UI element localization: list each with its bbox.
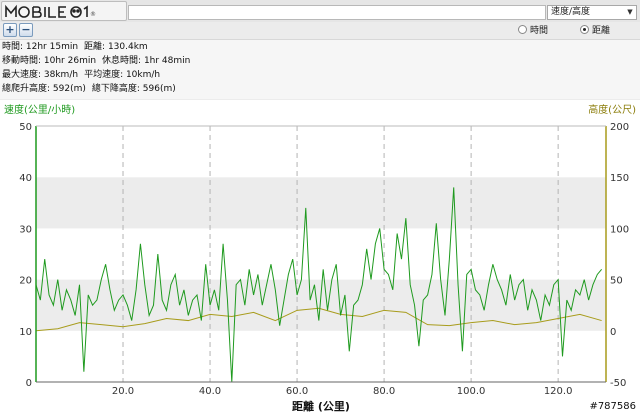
right-tick-label: 150 <box>610 173 629 184</box>
right-tick-label: 0 <box>610 327 616 338</box>
zoom-out-button[interactable]: − <box>19 23 33 37</box>
stats-line-time: 時間: 12hr 15min 距離: 130.4km <box>2 41 148 54</box>
axis-mode-time-radio[interactable]: 時間 <box>518 25 548 37</box>
axis-mode-distance-label: 距離 <box>592 26 611 36</box>
stats-line-moving: 移動時間: 10hr 26min 休息時間: 1hr 48min <box>2 55 190 68</box>
x-tick-label: 60.0 <box>286 386 308 397</box>
x-tick-label: 20.0 <box>112 386 134 397</box>
left-tick-label: 0 <box>26 378 32 389</box>
x-tick-label: 80.0 <box>373 386 395 397</box>
watermark: #787586 <box>587 401 638 412</box>
left-tick-label: 10 <box>19 327 32 338</box>
axis-mode-time-label: 時間 <box>530 26 549 36</box>
route-url-input[interactable] <box>128 5 546 20</box>
right-axis-label: 高度(公尺) <box>588 103 636 116</box>
plot-band <box>36 228 606 280</box>
trip-stats-panel: 時間: 12hr 15min 距離: 130.4km 移動時間: 10hr 26m… <box>0 39 640 99</box>
chart-mode-select[interactable]: 速度/高度 ▼ <box>547 5 637 20</box>
chart-canvas: 0 10 20 30 40 50 -50 0 50 100 150 200 20.0 40.0 60.0 80… <box>4 103 636 413</box>
stat-total-climb: 總爬升高度: 592(m) <box>2 84 86 94</box>
plot-band <box>36 126 606 178</box>
zoom-in-button[interactable]: + <box>3 23 17 37</box>
plot-band <box>36 177 606 229</box>
speed-altitude-chart[interactable]: 0 10 20 30 40 50 -50 0 50 100 150 200 20.0 40.0 60.0 80… <box>0 100 640 414</box>
plot-band <box>36 330 606 382</box>
route-chart-app: ® 速度/高度 ▼ + − 時間 距離 時間: 12hr 15min 距離: 13… <box>0 0 640 414</box>
stat-avg-speed: 平均速度: 10km/h <box>84 70 161 80</box>
svg-text:®: ® <box>90 11 96 18</box>
stat-rest-time: 休息時間: 1hr 48min <box>102 56 191 66</box>
right-tick-label: -50 <box>610 378 626 389</box>
x-tick-label: 40.0 <box>199 386 221 397</box>
stats-line-elevation: 總爬升高度: 592(m) 總下降高度: 596(m) <box>2 83 176 96</box>
x-axis-label: 距離 (公里) <box>292 399 350 413</box>
x-tick-label: 120.0 <box>544 386 573 397</box>
stat-distance: 距離: 130.4km <box>84 42 148 52</box>
right-tick-label: 50 <box>610 276 623 287</box>
right-tick-label: 100 <box>610 224 629 235</box>
axis-mode-distance-radio[interactable]: 距離 <box>580 25 610 37</box>
plot-band <box>36 279 606 331</box>
stat-total-time: 時間: 12hr 15min <box>2 42 79 52</box>
left-tick-label: 40 <box>19 173 32 184</box>
chart-mode-value: 速度/高度 <box>551 7 591 17</box>
x-tick-label: 100.0 <box>457 386 486 397</box>
stat-moving-time: 移動時間: 10hr 26min <box>2 56 97 66</box>
radio-unchecked-icon <box>518 25 527 34</box>
mobile01-logo: ® <box>1 1 127 21</box>
stats-line-speed: 最大速度: 38km/h 平均速度: 10km/h <box>2 69 160 82</box>
left-tick-label: 30 <box>19 224 32 235</box>
left-tick-label: 50 <box>19 122 32 133</box>
chevron-down-icon: ▼ <box>627 8 633 16</box>
right-tick-label: 200 <box>610 122 629 133</box>
stat-total-descent: 總下降高度: 596(m) <box>91 84 176 94</box>
left-axis-label: 速度(公里/小時) <box>4 103 75 116</box>
top-bar: ® 速度/高度 ▼ <box>0 0 640 22</box>
left-tick-label: 20 <box>19 276 32 287</box>
radio-checked-icon <box>580 25 589 34</box>
stat-max-speed: 最大速度: 38km/h <box>2 70 79 80</box>
